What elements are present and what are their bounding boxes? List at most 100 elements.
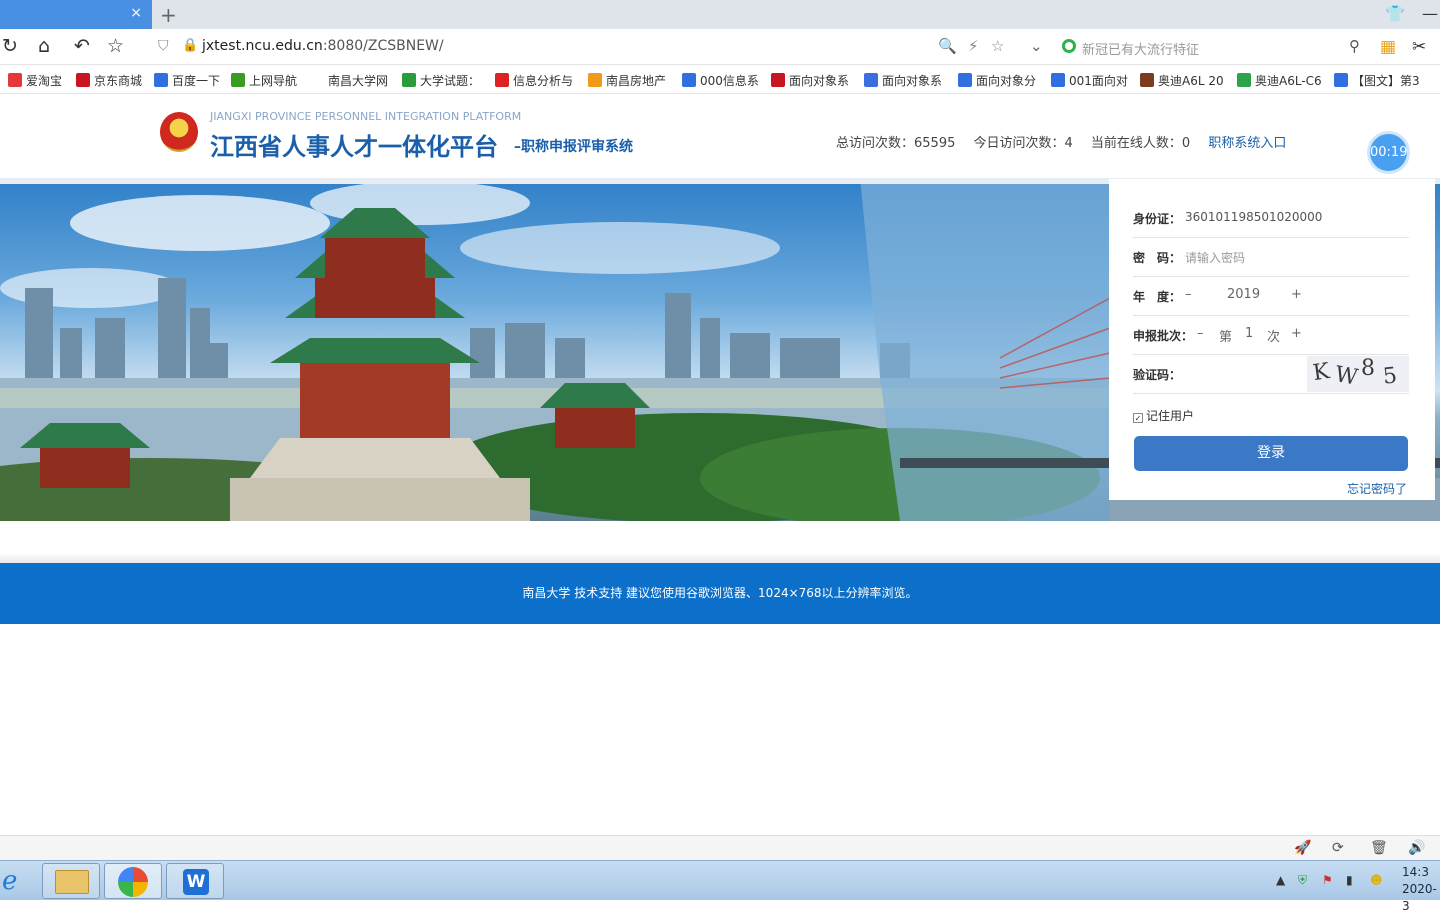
speaker-icon[interactable]: 🔊 — [1408, 840, 1425, 856]
refresh-cycle-icon[interactable]: ⟳ — [1332, 840, 1344, 856]
bookmark-item[interactable]: 信息分析与 — [495, 72, 573, 89]
shield-icon: ⛉ — [158, 38, 169, 54]
bookmark-item[interactable]: 001面向对 — [1051, 72, 1128, 89]
bookmark-favicon-icon — [771, 73, 785, 87]
bookmark-favicon-icon — [495, 73, 509, 87]
footer: 南昌大学 技术支持 建议您使用谷歌浏览器、1024×768以上分辨率浏览。 — [0, 563, 1440, 624]
bookmark-label: 上网导航 — [249, 74, 298, 88]
bookmark-star-icon[interactable]: ☆ — [991, 37, 1004, 55]
refresh-icon[interactable]: ↻ — [2, 36, 18, 56]
wps-button[interactable]: W — [166, 863, 224, 899]
close-tab-icon[interactable]: × — [130, 5, 142, 21]
bookmark-item[interactable]: 南昌大学网 — [310, 72, 388, 89]
captcha-char: K — [1311, 358, 1332, 387]
remember-user-checkbox[interactable]: ✓ 记住用户 — [1133, 407, 1194, 424]
id-number-input[interactable]: 360101198501020000 — [1185, 210, 1322, 224]
search-engine-logo-icon — [1062, 39, 1076, 53]
batch-label: 申报批次： — [1133, 329, 1194, 343]
bookmark-favicon-icon — [1237, 73, 1251, 87]
login-button[interactable]: 登录 — [1134, 436, 1408, 471]
undo-icon[interactable]: ↶ — [74, 36, 90, 56]
batch-decrement-button[interactable]: – — [1197, 326, 1204, 341]
today-visits: 今日访问次数：4 — [973, 136, 1073, 151]
bookmark-favicon-icon — [402, 73, 416, 87]
bookmark-item[interactable]: 面向对象系 — [864, 72, 942, 89]
security-shield-icon[interactable]: ⛨ — [1298, 873, 1307, 888]
bookmark-item[interactable]: 【图文】第3 — [1334, 72, 1420, 89]
url-text[interactable]: jxtest.ncu.edu.cn:8080/ZCSBNEW/ — [202, 38, 444, 54]
id-label: 身份证： — [1133, 212, 1182, 226]
captcha-char: W — [1333, 362, 1360, 391]
forgot-password-link[interactable]: 忘记密码了 — [1347, 480, 1407, 497]
signal-icon[interactable]: ▮ — [1346, 873, 1353, 887]
network-error-icon[interactable]: ⚑ — [1322, 873, 1333, 887]
year-value[interactable]: 2019 — [1227, 287, 1260, 302]
batch-value[interactable]: 1 — [1245, 326, 1253, 341]
file-explorer-button[interactable] — [42, 863, 100, 899]
bookmark-item[interactable]: 南昌房地产 — [588, 72, 666, 89]
favorite-star-icon[interactable]: ☆ — [107, 36, 124, 56]
bookmark-label: 南昌大学网 — [328, 74, 389, 88]
year-increment-button[interactable]: + — [1291, 287, 1302, 302]
browser-taskbar-button[interactable] — [104, 863, 162, 899]
bookmarks-bar: 爱淘宝 京东商城 百度一下 上网导航 南昌大学网 大学试题： 信息分析与 南昌房地产 000信息… — [0, 66, 1440, 94]
batch-increment-button[interactable]: + — [1291, 326, 1302, 341]
tray-expand-icon[interactable]: ▲ — [1276, 873, 1285, 887]
bookmark-item[interactable]: 奥迪A6L 20 — [1140, 72, 1224, 89]
bookmark-label: 奥迪A6L 20 — [1158, 74, 1224, 88]
scissors-icon[interactable]: ✂ — [1412, 37, 1426, 57]
trash-icon[interactable]: 🗑 — [1370, 840, 1388, 856]
home-icon[interactable]: ⌂ — [38, 36, 50, 56]
bookmark-label: 000信息系 — [700, 74, 759, 88]
navigation-bar: ↻ ⌂ ↶ ☆ ⛉ 🔒 jxtest.ncu.edu.cn:8080/ZCSBN… — [0, 29, 1440, 65]
taskbar: e W ▲ ⛨ ⚑ ▮ ☻ 14:3 2020-3 — [0, 860, 1440, 913]
title-system-entry-link[interactable]: 职称系统入口 — [1208, 136, 1286, 151]
captcha-image[interactable]: K W 8 5 — [1307, 356, 1409, 392]
bookmark-favicon-icon — [76, 73, 90, 87]
clock-date: 2020-3 — [1402, 882, 1437, 913]
minimize-icon[interactable]: — — [1422, 4, 1438, 23]
bookmark-item[interactable]: 奥迪A6L-C6 — [1237, 72, 1322, 89]
wps-writer-icon: W — [183, 869, 209, 895]
bookmark-item[interactable]: 大学试题： — [402, 72, 480, 89]
shirt-skin-icon[interactable]: 👕 — [1385, 4, 1405, 23]
bookmark-item[interactable]: 000信息系 — [682, 72, 759, 89]
timer-badge[interactable]: 00:19 — [1367, 131, 1410, 174]
bookmark-item[interactable]: 京东商城 — [76, 72, 142, 89]
bookmark-favicon-icon — [231, 73, 245, 87]
batch-prefix: 第 — [1219, 330, 1233, 345]
search-icon[interactable]: ⚲ — [1349, 37, 1360, 55]
bookmark-favicon-icon — [958, 73, 972, 87]
bookmark-item[interactable]: 百度一下 — [154, 72, 220, 89]
tab-bar: × + 👕 — — [0, 0, 1440, 29]
bookmark-item[interactable]: 爱淘宝 — [8, 72, 62, 89]
bookmark-item[interactable]: 上网导航 — [231, 72, 297, 89]
new-tab-button[interactable]: + — [160, 3, 177, 27]
batch-row: 申报批次： – 第 1 次 + — [1133, 316, 1409, 355]
bookmark-favicon-icon — [1051, 73, 1065, 87]
id-row: 身份证： 360101198501020000 — [1133, 199, 1409, 238]
system-clock[interactable]: 14:3 2020-3 — [1402, 864, 1440, 915]
password-input[interactable]: 请输入密码 — [1185, 249, 1245, 266]
rocket-icon[interactable]: 🚀 — [1294, 840, 1311, 856]
internet-explorer-icon[interactable]: e — [2, 866, 17, 896]
year-decrement-button[interactable]: – — [1185, 287, 1192, 302]
bookmark-label: 信息分析与 — [513, 74, 574, 88]
captcha-row: 验证码： K W 8 5 — [1133, 355, 1409, 394]
bookmark-item[interactable]: 面向对象分 — [958, 72, 1036, 89]
captcha-char: 5 — [1381, 363, 1399, 390]
active-tab[interactable]: × — [0, 0, 152, 29]
lightning-icon[interactable]: ⚡ — [968, 37, 979, 55]
bookmark-favicon-icon — [310, 73, 324, 87]
search-input[interactable]: 新冠已有大流行特征 — [1082, 39, 1199, 58]
search-box[interactable]: 新冠已有大流行特征 ⚲ — [1056, 33, 1366, 61]
captcha-input[interactable] — [1185, 355, 1303, 393]
captcha-label: 验证码： — [1133, 368, 1182, 382]
address-bar[interactable]: ⛉ 🔒 jxtest.ncu.edu.cn:8080/ZCSBNEW/ 🔍 ⚡ … — [150, 29, 1052, 65]
dropdown-chevron-icon[interactable]: ⌄ — [1030, 37, 1043, 55]
bookmark-item[interactable]: 面向对象系 — [771, 72, 849, 89]
folder-icon — [55, 870, 89, 894]
apps-grid-icon[interactable]: ▦ — [1380, 37, 1396, 57]
zoom-icon[interactable]: 🔍 — [938, 37, 957, 55]
input-method-icon[interactable]: ☻ — [1370, 873, 1383, 887]
